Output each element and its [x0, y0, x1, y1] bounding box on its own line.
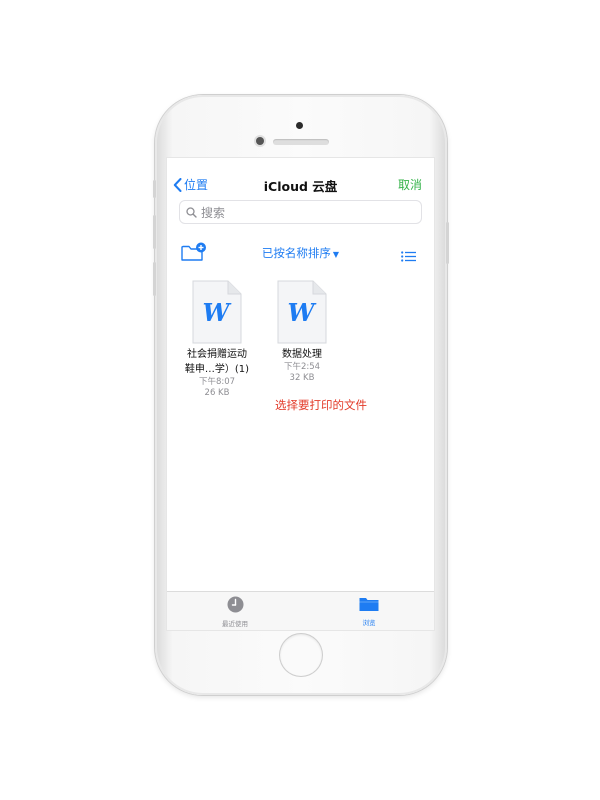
power-button: [446, 222, 449, 264]
file-size: 26 KB: [204, 388, 230, 398]
svg-text:W: W: [288, 298, 317, 327]
toolbar: 已按名称排序 ▼: [167, 242, 434, 264]
list-view-button[interactable]: [401, 247, 416, 266]
file-size: 32 KB: [289, 373, 315, 383]
volume-down-button: [153, 262, 156, 296]
file-item[interactable]: W 社会捐赠运动 鞋申…学）(1) 下午8:07 26 KB: [174, 280, 260, 399]
tab-bar: 最近使用 浏览: [167, 591, 434, 630]
tab-browse-label: 浏览: [362, 619, 376, 627]
annotation-hint: 选择要打印的文件: [275, 398, 367, 412]
screen: 位置 iCloud 云盘 取消 搜索 已按名称排序 ▼ W 社会捐赠运动 鞋申……: [167, 158, 434, 630]
file-name-line1: 数据处理: [282, 349, 322, 360]
navigation-bar: 位置 iCloud 云盘 取消: [167, 172, 434, 198]
file-name: 数据处理: [259, 347, 345, 362]
search-placeholder: 搜索: [201, 205, 226, 220]
folder-icon: [359, 598, 379, 611]
word-document-icon: W: [277, 280, 327, 344]
word-document-icon: W: [192, 280, 242, 344]
tab-browse[interactable]: 浏览: [339, 596, 399, 627]
file-name: 社会捐赠运动 鞋申…学）(1): [174, 347, 260, 377]
file-item[interactable]: W 数据处理 下午2:54 32 KB: [259, 280, 345, 384]
svg-text:W: W: [203, 298, 232, 327]
sort-label: 已按名称排序: [261, 246, 331, 260]
sort-dropdown[interactable]: 已按名称排序 ▼: [167, 245, 434, 261]
mute-switch: [153, 180, 156, 198]
search-input[interactable]: 搜索: [179, 200, 422, 224]
clock-icon: [227, 596, 243, 613]
camera-dot: [296, 122, 303, 129]
search-icon: [186, 206, 197, 218]
list-view-icon: [401, 251, 416, 262]
caret-down-icon: ▼: [332, 250, 340, 259]
file-name-line1: 社会捐赠运动: [187, 349, 247, 360]
file-name-line2: 鞋申…学）(1): [184, 364, 250, 375]
home-button[interactable]: [280, 634, 322, 676]
volume-up-button: [153, 215, 156, 249]
earpiece-speaker: [273, 139, 329, 145]
tab-recents-label: 最近使用: [222, 620, 248, 628]
front-camera: [256, 137, 264, 145]
tab-recents[interactable]: 最近使用: [205, 596, 265, 628]
page-title: iCloud 云盘: [263, 179, 338, 194]
cancel-button[interactable]: 取消: [398, 176, 422, 193]
file-time: 下午8:07: [198, 377, 236, 387]
file-time: 下午2:54: [283, 362, 321, 372]
